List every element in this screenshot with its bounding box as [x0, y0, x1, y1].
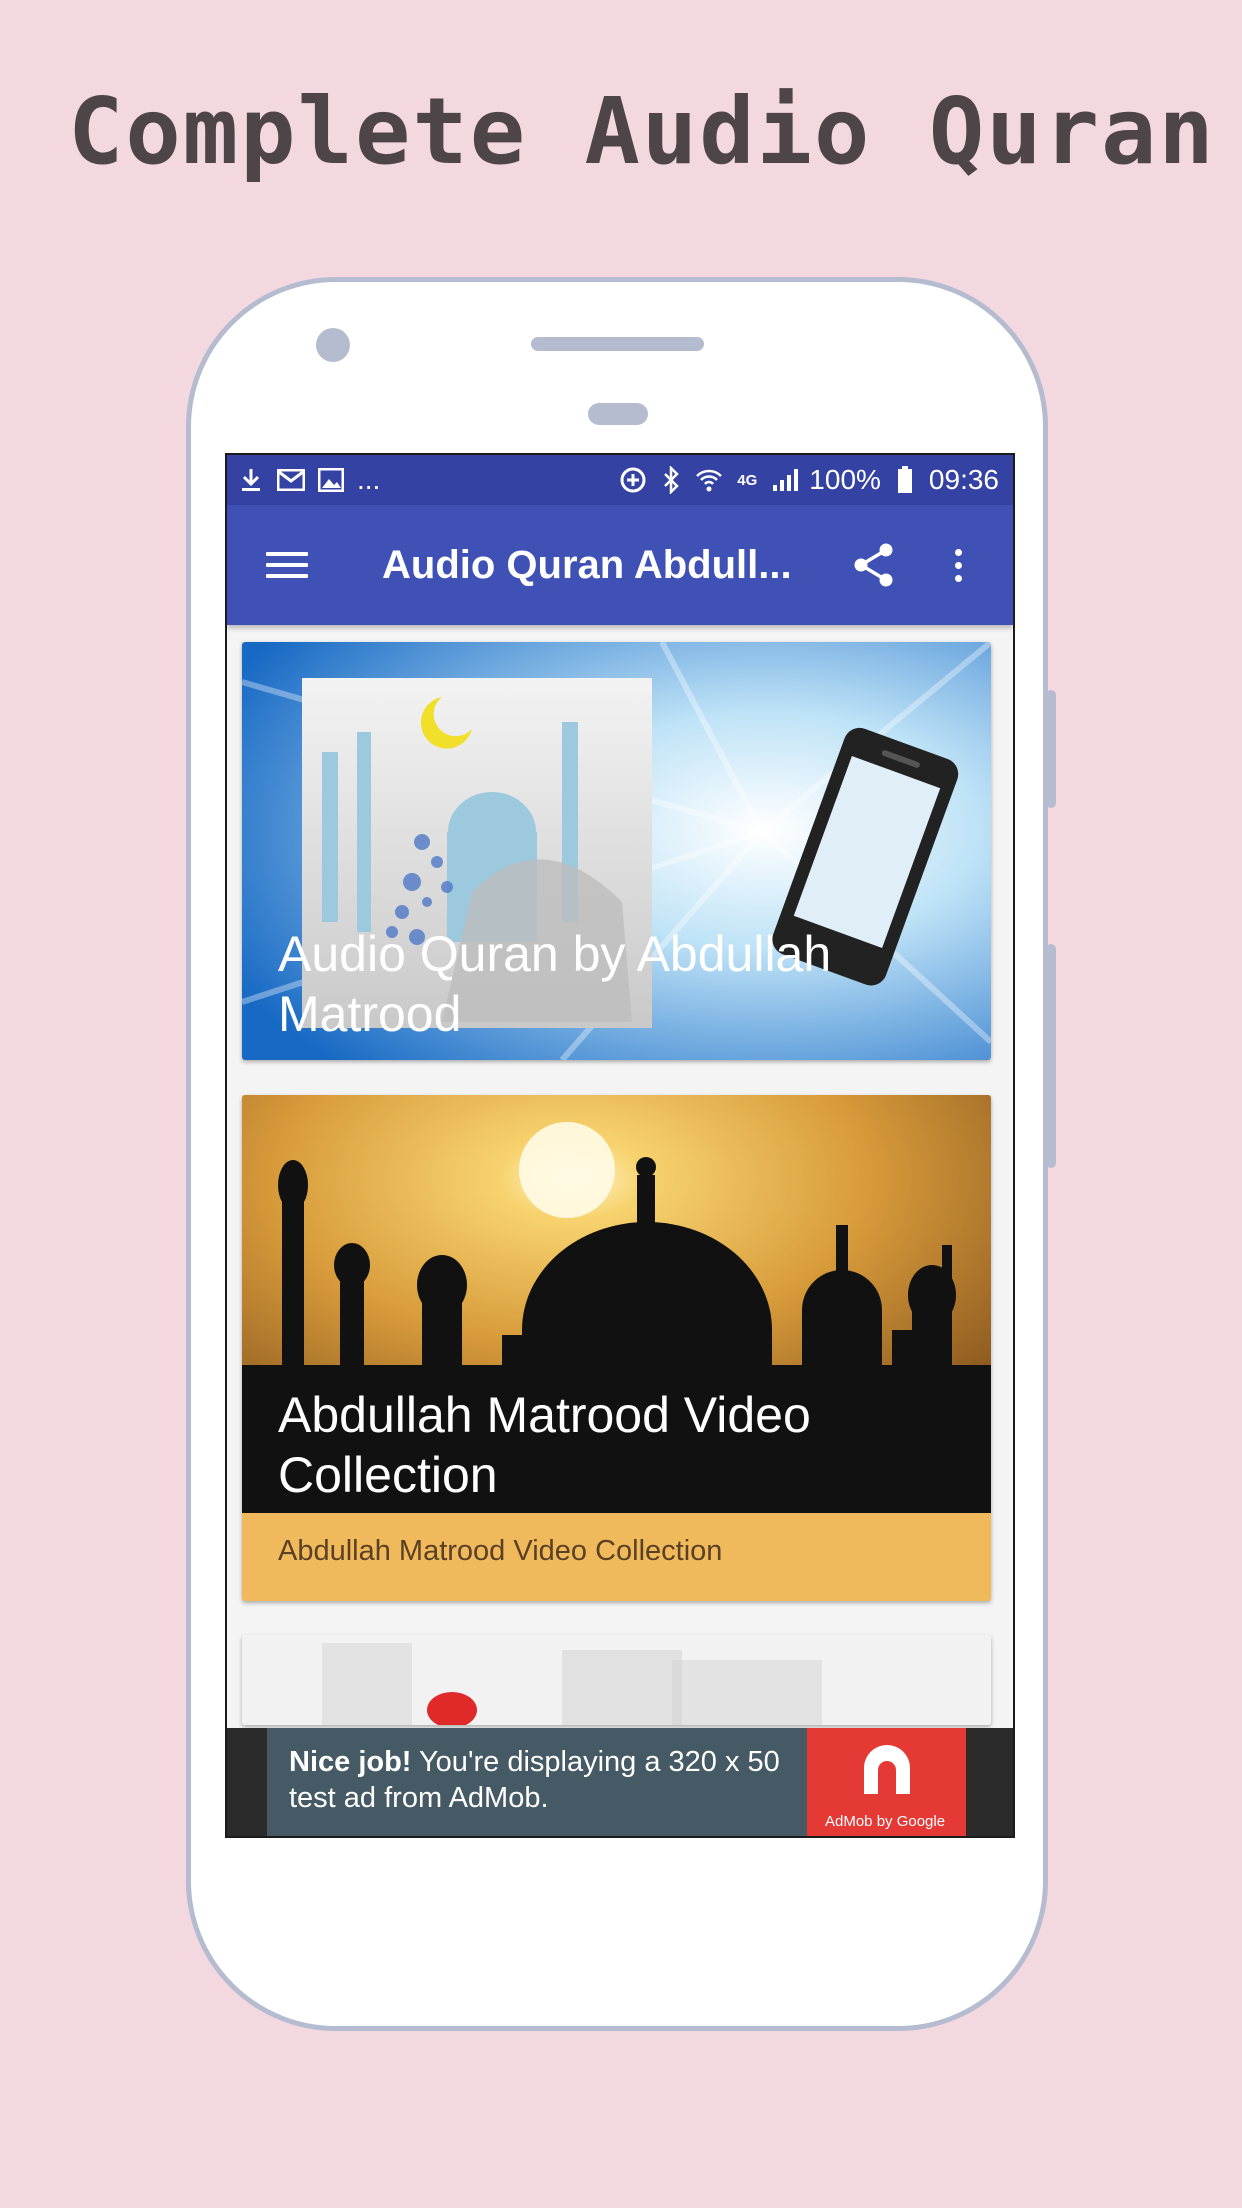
ad-text: Nice job! You're displaying a 320 x 50 t…	[289, 1744, 799, 1816]
card-video-collection[interactable]: Abdullah Matrood Video Collection Abdull…	[242, 1095, 991, 1601]
admob-logo-text: AdMob by Google	[825, 1813, 946, 1830]
image-icon	[317, 466, 345, 494]
card-video-collection-title: Abdullah Matrood Video Collection	[278, 1387, 811, 1503]
page-headline: Complete Audio Quran	[68, 78, 1216, 185]
app-title: Audio Quran Abdull...	[382, 542, 792, 587]
battery-icon	[891, 466, 919, 494]
more-options-button[interactable]	[930, 533, 986, 597]
share-icon	[854, 543, 893, 587]
ad-bold-text: Nice job!	[289, 1746, 412, 1778]
phone-sensor	[588, 403, 648, 425]
battery-percent: 100%	[809, 464, 881, 495]
wifi-icon	[695, 466, 723, 494]
ad-banner[interactable]: Nice job! You're displaying a 320 x 50 t…	[227, 1728, 1013, 1836]
card-audio-quran-title: Audio Quran by Abdullah Matrood	[278, 926, 832, 1042]
sync-icon	[619, 466, 647, 494]
phone-volume-button	[1046, 944, 1056, 1168]
app-bar: Audio Quran Abdull...	[227, 505, 1013, 625]
status-bar: ... 4G 100% 09:36	[227, 455, 1013, 505]
menu-icon	[266, 552, 308, 556]
card-audio-quran[interactable]: Audio Quran by Abdullah Matrood	[242, 642, 991, 1060]
phone-camera	[316, 328, 350, 362]
card-partial[interactable]	[242, 1635, 991, 1725]
download-icon	[237, 466, 265, 494]
more-vert-icon	[954, 548, 962, 556]
4g-icon: 4G	[737, 471, 758, 489]
phone-speaker	[531, 337, 704, 351]
gmail-icon	[277, 466, 305, 494]
card-video-collection-subtitle: Abdullah Matrood Video Collection	[278, 1535, 723, 1567]
menu-button[interactable]	[247, 525, 327, 605]
phone-side-button	[1046, 690, 1056, 808]
card-partial-image	[242, 1635, 991, 1725]
ad-text-panel: Nice job! You're displaying a 320 x 50 t…	[267, 1728, 807, 1836]
status-ellipsis: ...	[357, 464, 381, 495]
signal-icon	[771, 466, 799, 494]
admob-icon	[864, 1745, 910, 1794]
share-button[interactable]	[842, 533, 906, 597]
phone-screen: ... 4G 100% 09:36 Audio Quran Abdull... …	[225, 453, 1015, 1838]
bluetooth-icon	[657, 466, 685, 494]
admob-logo: AdMob by Google	[807, 1728, 966, 1836]
status-time: 09:36	[928, 464, 999, 495]
